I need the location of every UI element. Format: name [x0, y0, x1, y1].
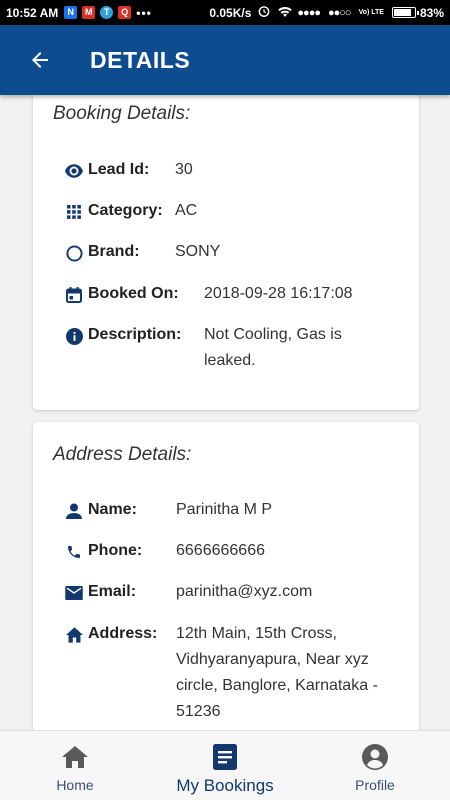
name-value: Parinitha M P	[176, 501, 273, 518]
booked-on-label: Booked On:	[88, 285, 179, 302]
home-icon	[65, 626, 83, 644]
email-row: Email: parinitha@xyz.com	[65, 583, 403, 605]
status-bar: 10:52 AM N M T Q ••• 0.05K/s ●●●● ●●○○ V…	[0, 0, 450, 25]
nav-my-bookings[interactable]: My Bookings	[150, 731, 300, 800]
battery-icon	[391, 7, 419, 18]
back-button[interactable]	[0, 25, 80, 95]
email-label: Email:	[88, 583, 137, 600]
page-title: DETAILS	[90, 46, 191, 73]
signal-strength-icon: ●●●●	[297, 6, 321, 19]
battery-level	[393, 9, 411, 16]
booking-details-card: Booking Details: Lead Id: 30 Category: A…	[33, 95, 419, 410]
category-label: Category:	[88, 202, 163, 219]
status-time: 10:52 AM	[6, 5, 59, 20]
info-icon	[65, 327, 83, 345]
category-row: Category: AC	[65, 202, 403, 224]
battery-percent: 83%	[419, 5, 444, 20]
document-icon	[213, 743, 237, 771]
lead-id-row: Lead Id: 30	[65, 161, 403, 183]
arrow-left-icon	[32, 52, 48, 68]
home-icon	[62, 743, 88, 771]
calendar-icon	[65, 286, 83, 304]
address-value: 12th Main, 15th Cross, Vidhyaranyapura, …	[176, 625, 378, 720]
lead-id-value: 30	[175, 161, 193, 178]
volte-icon: Vo) LTE	[358, 9, 384, 16]
description-row: Description: Not Cooling, Gas is leaked.	[65, 326, 403, 374]
wifi-icon	[277, 5, 293, 21]
booking-details-title: Booking Details:	[53, 103, 191, 124]
phone-icon	[65, 543, 83, 561]
notification-n-icon: N	[64, 6, 78, 19]
network-speed: 0.05K/s	[209, 5, 252, 20]
mail-icon	[65, 584, 83, 602]
phone-row: Phone: 6666666666	[65, 542, 403, 564]
nav-profile[interactable]: Profile	[300, 731, 450, 800]
lead-id-label: Lead Id:	[88, 161, 150, 178]
quora-icon: Q	[118, 6, 132, 19]
address-details-title: Address Details:	[53, 444, 192, 465]
brand-label: Brand:	[88, 243, 140, 260]
brand-row: Brand: SONY	[65, 243, 403, 265]
person-icon	[65, 502, 83, 520]
address-row: Address: 12th Main, 15th Cross, Vidhyara…	[65, 625, 403, 725]
phone-value: 6666666666	[176, 542, 265, 559]
description-label: Description:	[88, 326, 182, 343]
booked-on-value: 2018-09-28 16:17:08	[204, 285, 353, 302]
nav-profile-label: Profile	[355, 777, 395, 793]
gmail-icon: M	[82, 6, 96, 19]
name-label: Name:	[88, 501, 137, 518]
telegram-icon: T	[100, 6, 114, 19]
eye-icon	[65, 162, 83, 180]
nav-home[interactable]: Home	[0, 731, 150, 800]
account-circle-icon	[362, 743, 388, 771]
booked-on-row: Booked On: 2018-09-28 16:17:08	[65, 285, 403, 307]
signal-strength-2-icon: ●●○○	[327, 6, 352, 19]
phone-label: Phone:	[88, 542, 143, 559]
brand-value: SONY	[175, 243, 221, 260]
details-scroll-view[interactable]: Booking Details: Lead Id: 30 Category: A…	[0, 95, 450, 730]
description-value: Not Cooling, Gas is leaked.	[204, 326, 342, 369]
grid-icon	[65, 203, 83, 221]
category-value: AC	[175, 202, 198, 219]
nav-my-bookings-label: My Bookings	[176, 776, 274, 795]
app-bar: DETAILS	[0, 25, 450, 95]
name-row: Name: Parinitha M P	[65, 501, 403, 523]
address-details-card: Address Details: Name: Parinitha M P Pho…	[33, 422, 419, 730]
circle-outline-icon	[65, 244, 83, 262]
nav-home-label: Home	[56, 777, 94, 793]
more-notifications-icon: •••	[136, 5, 152, 20]
address-label: Address:	[88, 625, 158, 642]
email-value: parinitha@xyz.com	[176, 583, 313, 600]
bottom-navigation: Home My Bookings Profile	[0, 730, 450, 800]
alarm-icon	[257, 4, 271, 21]
